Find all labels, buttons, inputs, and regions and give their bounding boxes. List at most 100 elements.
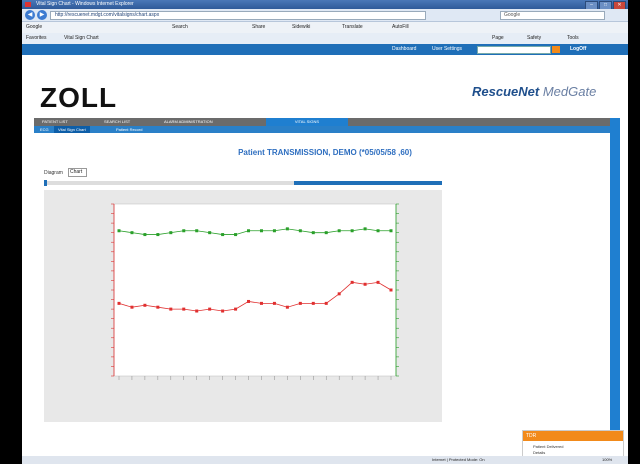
diagram-select[interactable]: Chart <box>68 168 87 177</box>
data-point <box>156 233 160 237</box>
web-page: Dashboard User Settings LogOff ZOLL Resc… <box>22 44 628 458</box>
url-input[interactable]: http://rescuenet.mdgt.com/vitalsigns/cha… <box>50 11 426 20</box>
tab-patient-record[interactable]: Patient Record <box>116 126 142 133</box>
data-point <box>376 229 380 233</box>
status-zoom[interactable]: 100% <box>602 456 612 464</box>
data-point <box>389 288 393 292</box>
data-point <box>363 227 367 231</box>
data-point <box>182 307 186 311</box>
ie-icon <box>25 2 31 7</box>
data-point <box>324 231 328 235</box>
browser-window: Vital Sign Chart - Windows Internet Expl… <box>22 0 628 464</box>
menu-item-patient-list[interactable]: PATIENT LIST <box>42 118 68 126</box>
data-point <box>221 233 225 237</box>
status-bar: Internet | Protected Mode: On 100% <box>22 456 628 464</box>
timeline-range[interactable] <box>294 181 442 185</box>
chart-svg <box>111 203 399 380</box>
notification-row[interactable]: Patient Delivered <box>533 444 563 449</box>
data-point <box>195 309 199 313</box>
data-point <box>156 305 160 309</box>
forward-arrow-icon[interactable]: ▶ <box>37 10 47 20</box>
data-point <box>389 229 393 233</box>
data-point <box>169 307 173 311</box>
timeline-handle[interactable] <box>44 180 47 186</box>
notification-row[interactable]: Details <box>533 450 545 455</box>
brand-suffix: MedGate <box>542 84 597 99</box>
title-bar: Vital Sign Chart - Windows Internet Expl… <box>22 0 628 10</box>
data-point <box>259 229 263 233</box>
back-arrow-icon[interactable]: ◀ <box>25 10 35 20</box>
notification-header: TDR <box>523 431 623 441</box>
topnav-search-button[interactable] <box>552 46 560 53</box>
data-point <box>272 229 276 233</box>
data-point <box>298 301 302 305</box>
data-point <box>195 229 199 233</box>
browser-tab[interactable]: Vital Sign Chart <box>64 33 99 44</box>
search-input[interactable]: Google <box>500 11 605 20</box>
page-title: Patient TRANSMISSION, DEMO (*05/05/58 ,6… <box>238 148 412 157</box>
main-menu: PATIENT LIST SEARCH LIST ALARM ADMINISTR… <box>34 118 620 126</box>
share-button[interactable]: Share <box>252 22 265 33</box>
page-menu[interactable]: Page <box>492 33 504 44</box>
plot-area <box>113 203 397 377</box>
diagram-label: Diagram <box>44 170 63 176</box>
data-point <box>208 307 212 311</box>
safety-menu[interactable]: Safety <box>527 33 541 44</box>
data-point <box>337 229 341 233</box>
top-nav: Dashboard User Settings LogOff <box>22 44 628 55</box>
autofill-button[interactable]: AutoFill <box>392 22 409 33</box>
menu-item-alarm-admin[interactable]: ALARM ADMINISTRATION <box>164 118 213 126</box>
data-point <box>324 301 328 305</box>
timeline-slider[interactable] <box>44 180 442 186</box>
data-point <box>363 282 367 286</box>
menu-item-search-list[interactable]: SEARCH LIST <box>104 118 130 126</box>
sidewiki-button[interactable]: Sidewiki <box>292 22 310 33</box>
data-point <box>285 227 289 231</box>
data-point <box>208 231 212 235</box>
topnav-search-input[interactable] <box>477 46 551 54</box>
data-point <box>182 229 186 233</box>
translate-button[interactable]: Translate <box>342 22 363 33</box>
status-zone: Internet | Protected Mode: On <box>432 457 485 462</box>
data-point <box>311 301 315 305</box>
data-point <box>234 233 238 237</box>
data-point <box>247 229 251 233</box>
google-label: Google <box>26 24 43 30</box>
menu-item-vital-signs[interactable]: VITAL SIGNS <box>266 118 348 126</box>
favorites-button[interactable]: Favorites <box>26 33 47 44</box>
brand-name: RescueNet <box>472 84 540 99</box>
notification-popup[interactable]: TDR Patient Delivered Details <box>522 430 624 458</box>
data-point <box>169 231 173 235</box>
data-point <box>117 229 121 233</box>
logoff-link[interactable]: LogOff <box>570 44 586 55</box>
tab-ecg[interactable]: ECG <box>40 126 49 133</box>
data-point <box>234 307 238 311</box>
data-point <box>337 292 341 296</box>
data-point <box>298 229 302 233</box>
data-point <box>221 309 225 313</box>
data-point <box>285 305 289 309</box>
data-point <box>272 301 276 305</box>
tab-vital-sign-chart[interactable]: Vital Sign Chart <box>54 126 90 133</box>
data-point <box>350 280 354 284</box>
data-point <box>376 280 380 284</box>
data-point <box>143 303 147 307</box>
data-point <box>130 305 134 309</box>
topnav-link-dashboard[interactable]: Dashboard <box>392 44 416 55</box>
address-bar: ◀ ▶ http://rescuenet.mdgt.com/vitalsigns… <box>22 9 628 22</box>
data-point <box>350 229 354 233</box>
sub-menu: ECG Vital Sign Chart Patient Record <box>34 126 620 133</box>
zoll-logo: ZOLL <box>40 82 118 113</box>
search-button[interactable]: Search <box>172 22 188 33</box>
data-point <box>130 231 134 235</box>
window-title: Vital Sign Chart - Windows Internet Expl… <box>36 1 134 7</box>
right-panel <box>610 118 620 456</box>
data-point <box>247 299 251 303</box>
vital-sign-chart <box>44 190 442 422</box>
topnav-link-settings[interactable]: User Settings <box>432 44 462 55</box>
data-point <box>311 231 315 235</box>
data-point <box>259 301 263 305</box>
data-point <box>143 233 147 237</box>
tools-menu[interactable]: Tools <box>567 33 579 44</box>
rescuenet-brand: RescueNet MedGate <box>472 84 596 99</box>
